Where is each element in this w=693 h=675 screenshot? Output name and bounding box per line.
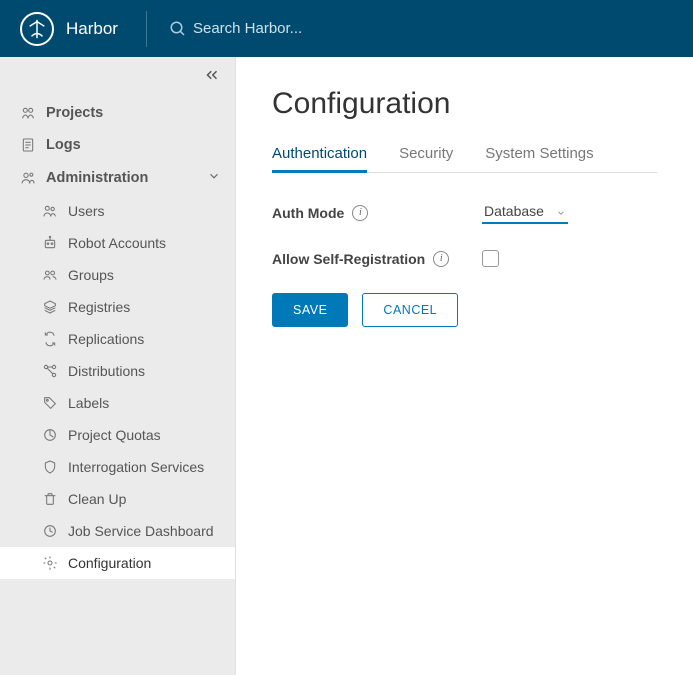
search-placeholder: Search Harbor... — [193, 20, 302, 37]
groups-icon — [42, 267, 58, 283]
sidebar-item-distributions[interactable]: Distributions — [0, 355, 235, 387]
logs-icon — [20, 137, 36, 153]
auth-mode-value: Database — [482, 201, 568, 224]
config-tabs: Authentication Security System Settings — [272, 139, 657, 173]
sidebar-item-replications[interactable]: Replications — [0, 323, 235, 355]
sidebar-item-label: Labels — [68, 395, 109, 411]
auth-mode-select[interactable]: Database — [482, 201, 568, 224]
tab-label: System Settings — [485, 145, 593, 162]
label-text: Auth Mode — [272, 205, 344, 221]
harbor-logo-icon — [20, 12, 54, 46]
sidebar-item-groups[interactable]: Groups — [0, 259, 235, 291]
tab-label: Security — [399, 145, 453, 162]
sidebar-item-label: Interrogation Services — [68, 459, 204, 475]
interrogation-icon — [42, 459, 58, 475]
sidebar-item-label: Groups — [68, 267, 114, 283]
quotas-icon — [42, 427, 58, 443]
nav: Projects Logs Administration Users — [0, 93, 235, 579]
sidebar-item-label: Distributions — [68, 363, 145, 379]
cancel-button[interactable]: CANCEL — [362, 293, 458, 327]
sidebar-item-label: Job Service Dashboard — [68, 523, 214, 539]
replications-icon — [42, 331, 58, 347]
registries-icon — [42, 299, 58, 315]
configuration-icon — [42, 555, 58, 571]
tab-label: Authentication — [272, 145, 367, 162]
sidebar-item-label: Administration — [46, 170, 148, 186]
sidebar-item-label: Robot Accounts — [68, 235, 166, 251]
users-icon — [42, 203, 58, 219]
search-icon — [169, 20, 187, 38]
labels-icon — [42, 395, 58, 411]
sidebar-item-label: Users — [68, 203, 105, 219]
header-divider — [146, 11, 147, 47]
allow-self-registration-checkbox[interactable] — [482, 250, 499, 267]
robot-icon — [42, 235, 58, 251]
sidebar-item-users[interactable]: Users — [0, 195, 235, 227]
tab-system-settings[interactable]: System Settings — [485, 139, 593, 172]
sidebar-item-interrogation-services[interactable]: Interrogation Services — [0, 451, 235, 483]
label-text: Allow Self-Registration — [272, 251, 425, 267]
info-icon[interactable]: i — [433, 251, 449, 267]
sidebar-item-label: Registries — [68, 299, 130, 315]
sidebar-item-label: Logs — [46, 137, 81, 153]
info-icon[interactable]: i — [352, 205, 368, 221]
sidebar-collapse-button[interactable] — [0, 57, 235, 93]
auth-mode-row: Auth Mode i Database — [272, 201, 657, 224]
sidebar-item-label: Replications — [68, 331, 144, 347]
tab-authentication[interactable]: Authentication — [272, 139, 367, 172]
save-button[interactable]: SAVE — [272, 293, 348, 327]
sidebar-item-project-quotas[interactable]: Project Quotas — [0, 419, 235, 451]
global-search[interactable]: Search Harbor... — [169, 20, 673, 38]
app-header: Harbor Search Harbor... — [0, 0, 693, 57]
sidebar-item-projects[interactable]: Projects — [0, 97, 235, 129]
jobservice-icon — [42, 523, 58, 539]
distributions-icon — [42, 363, 58, 379]
sidebar-item-configuration[interactable]: Configuration — [0, 547, 235, 579]
allow-self-registration-label: Allow Self-Registration i — [272, 251, 482, 267]
sidebar-item-label: Project Quotas — [68, 427, 161, 443]
sidebar-item-labels[interactable]: Labels — [0, 387, 235, 419]
auth-mode-label: Auth Mode i — [272, 205, 482, 221]
sidebar: Projects Logs Administration Users — [0, 57, 236, 675]
chevron-double-left-icon — [203, 66, 221, 84]
brand-block[interactable]: Harbor — [20, 12, 118, 46]
form-actions: SAVE CANCEL — [272, 293, 657, 327]
sidebar-item-label: Configuration — [68, 555, 151, 571]
cleanup-icon — [42, 491, 58, 507]
sidebar-item-job-service-dashboard[interactable]: Job Service Dashboard — [0, 515, 235, 547]
sidebar-item-registries[interactable]: Registries — [0, 291, 235, 323]
projects-icon — [20, 105, 36, 121]
page-title: Configuration — [272, 87, 657, 121]
sidebar-item-clean-up[interactable]: Clean Up — [0, 483, 235, 515]
chevron-down-icon — [207, 169, 221, 187]
sidebar-item-label: Clean Up — [68, 491, 126, 507]
sidebar-item-robot-accounts[interactable]: Robot Accounts — [0, 227, 235, 259]
allow-self-registration-row: Allow Self-Registration i — [272, 250, 657, 267]
sidebar-item-label: Projects — [46, 105, 103, 121]
main-content: Configuration Authentication Security Sy… — [236, 57, 693, 675]
tab-security[interactable]: Security — [399, 139, 453, 172]
admin-icon — [20, 170, 36, 186]
sidebar-item-logs[interactable]: Logs — [0, 129, 235, 161]
sidebar-item-administration[interactable]: Administration — [0, 161, 235, 195]
brand-name: Harbor — [66, 19, 118, 39]
